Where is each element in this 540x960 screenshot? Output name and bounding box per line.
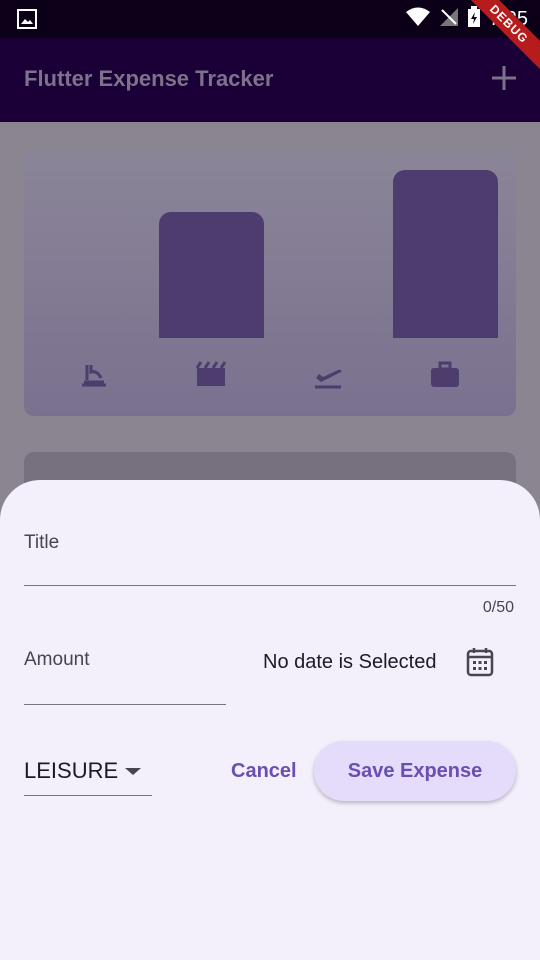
title-counter: 0/50 bbox=[482, 599, 514, 616]
signal-off-icon bbox=[439, 7, 459, 32]
save-expense-button[interactable]: Save Expense bbox=[314, 741, 516, 801]
new-expense-sheet bbox=[0, 480, 540, 960]
work-icon bbox=[430, 360, 460, 390]
amount-label: Amount bbox=[24, 649, 90, 670]
status-bar: 7:25 DEBUG bbox=[0, 0, 540, 78]
app-bar: Flutter Expense Tracker bbox=[0, 38, 540, 122]
wifi-icon bbox=[405, 7, 431, 32]
chart-bar-work bbox=[393, 170, 498, 338]
calendar-icon[interactable] bbox=[466, 647, 494, 682]
date-text: No date is Selected bbox=[263, 651, 437, 673]
gallery-icon bbox=[17, 9, 37, 34]
chevron-down-icon bbox=[125, 768, 141, 775]
chart-bar-leisure bbox=[159, 212, 264, 338]
plus-icon[interactable] bbox=[490, 64, 518, 92]
title-label: Title bbox=[24, 532, 60, 553]
movie-icon bbox=[195, 360, 227, 390]
app-title: Flutter Expense Tracker bbox=[24, 66, 274, 91]
dropdown-underline bbox=[24, 795, 152, 796]
amount-input[interactable] bbox=[24, 704, 226, 705]
battery-charging-icon bbox=[467, 6, 481, 33]
cancel-button[interactable]: Cancel bbox=[231, 760, 297, 783]
expense-chart bbox=[24, 150, 516, 416]
flight-takeoff-icon bbox=[313, 360, 343, 390]
category-value: LEISURE bbox=[24, 758, 119, 783]
title-input[interactable] bbox=[24, 585, 516, 586]
lunch-dining-icon bbox=[79, 360, 109, 390]
